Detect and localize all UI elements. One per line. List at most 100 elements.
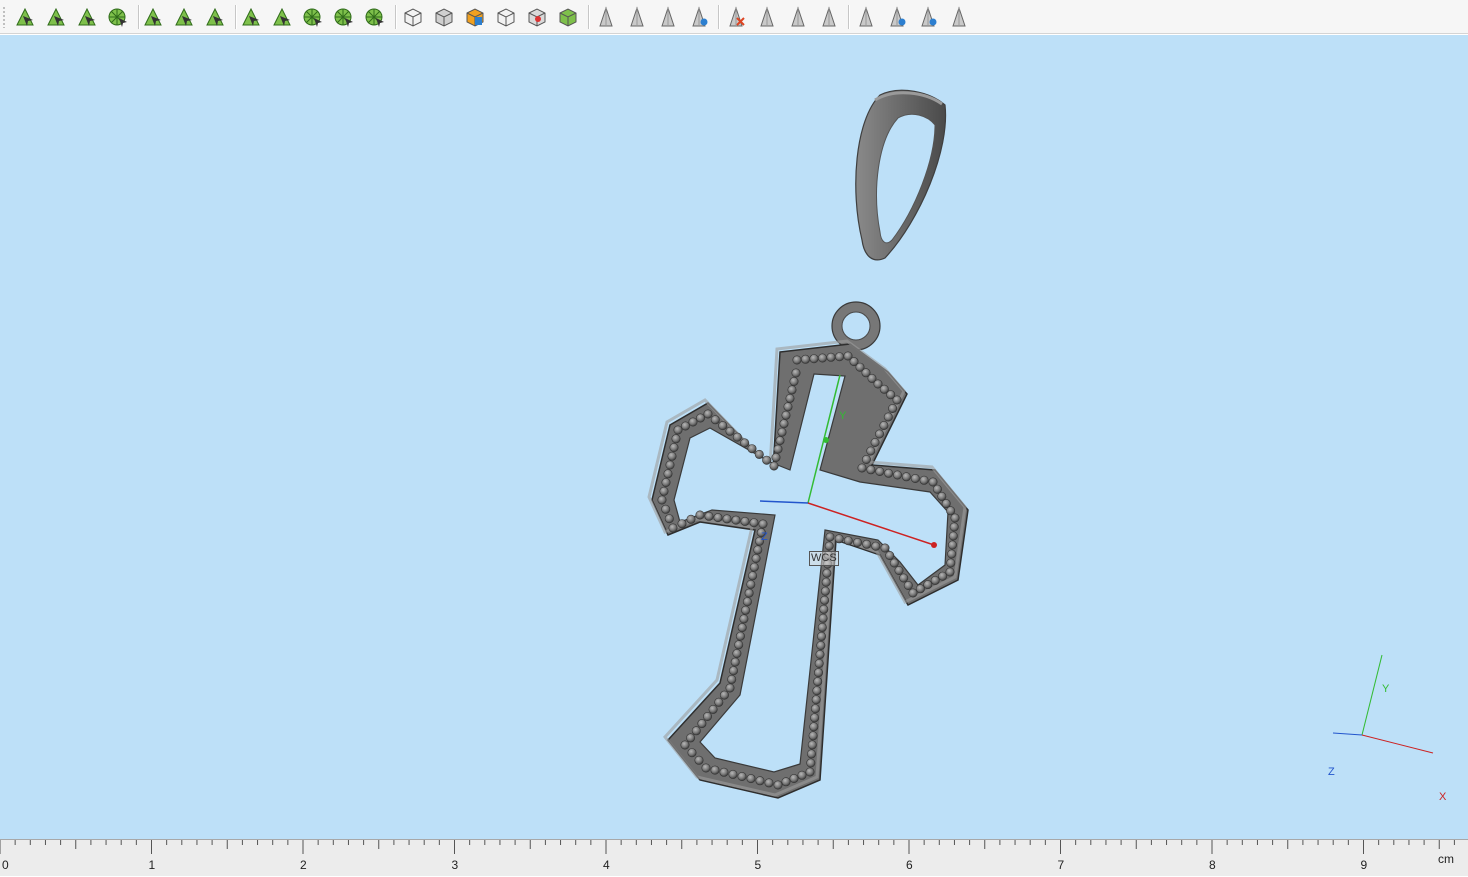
gem-tool-button[interactable] xyxy=(362,4,388,30)
box-green-button[interactable] xyxy=(555,4,581,30)
pave-stone xyxy=(746,579,756,589)
box-color-button[interactable] xyxy=(462,4,488,30)
pave-stone xyxy=(741,605,751,615)
curve-tool-button[interactable] xyxy=(202,4,228,30)
wcs-z-label: Z xyxy=(761,531,768,543)
box-shaded-button[interactable] xyxy=(431,4,457,30)
pave-stone xyxy=(719,767,729,777)
ruler-label: 2 xyxy=(300,858,307,872)
pave-stone xyxy=(779,419,789,429)
pointer-analyze-icon xyxy=(692,6,708,27)
pave-stone xyxy=(809,722,819,732)
pave-stone xyxy=(680,421,690,431)
main-toolbar xyxy=(0,0,1468,34)
select-surface-button[interactable] xyxy=(43,4,69,30)
mesh-edit-button[interactable] xyxy=(238,4,264,30)
node-tool-icon xyxy=(273,7,291,26)
star-pattern-button[interactable] xyxy=(300,4,326,30)
toolbar-grip[interactable] xyxy=(3,6,5,28)
pave-stone xyxy=(673,425,683,435)
point-link-button[interactable] xyxy=(171,4,197,30)
shade-pointer-icon xyxy=(822,6,836,27)
pave-stone xyxy=(894,565,904,575)
pave-stone xyxy=(710,415,720,425)
pave-stone xyxy=(749,562,759,572)
bottom-ruler: 0 1 2 3 4 5 6 7 8 9 cm xyxy=(0,839,1468,876)
point-link-icon xyxy=(175,7,193,26)
pointer-frame-button[interactable] xyxy=(945,4,971,30)
select-curve-button[interactable] xyxy=(74,4,100,30)
pave-stone xyxy=(739,614,749,624)
3d-viewport[interactable]: WCS Y Z Y X Z xyxy=(0,35,1468,839)
pave-stone xyxy=(852,537,862,547)
pave-stone xyxy=(747,444,757,454)
select-solid-icon xyxy=(108,8,127,27)
pave-stone xyxy=(888,403,898,413)
pave-stone xyxy=(930,575,940,585)
pave-stone xyxy=(754,449,764,459)
select-solid-button[interactable] xyxy=(105,4,131,30)
pave-stone xyxy=(884,468,894,478)
pointer-eye-button[interactable] xyxy=(852,4,878,30)
pave-stone xyxy=(807,740,817,750)
wheel-pattern-button[interactable] xyxy=(331,4,357,30)
triad-y-label: Y xyxy=(1382,683,1390,695)
pointer-blue-icon xyxy=(921,6,937,27)
node-tool-button[interactable] xyxy=(269,4,295,30)
pave-stone xyxy=(758,519,768,529)
pave-stone xyxy=(901,472,911,482)
pave-stone xyxy=(695,510,705,520)
pave-stone xyxy=(825,532,835,542)
pave-stone xyxy=(818,613,828,623)
hatch-pointer-button[interactable] xyxy=(753,4,779,30)
pendant-bail[interactable] xyxy=(855,89,947,261)
rectangle-button[interactable] xyxy=(140,4,166,30)
pave-stone xyxy=(657,495,667,505)
shade-pointer-button[interactable] xyxy=(815,4,841,30)
ruler-label: 5 xyxy=(754,858,762,872)
box-gem-button[interactable] xyxy=(524,4,550,30)
cross-pendant[interactable] xyxy=(647,339,969,799)
pave-stone xyxy=(811,695,821,705)
delete-pointer-icon xyxy=(729,6,745,27)
pave-stone xyxy=(919,475,929,485)
pave-stone xyxy=(861,454,871,464)
delete-pointer-button[interactable] xyxy=(722,4,748,30)
pave-stone xyxy=(892,395,902,405)
pave-stone xyxy=(753,545,763,555)
pointer-blue-button[interactable] xyxy=(914,4,940,30)
pave-stone xyxy=(813,677,823,687)
ruler-ticks xyxy=(0,840,1455,854)
orientation-triad xyxy=(1332,654,1434,754)
pointer-eye-icon xyxy=(859,6,873,27)
pave-stone xyxy=(945,567,955,577)
copy-pointer-button[interactable] xyxy=(784,4,810,30)
pave-stone xyxy=(755,776,765,786)
pave-stone xyxy=(702,711,712,721)
pointer-stripe-button[interactable] xyxy=(623,4,649,30)
pave-stone xyxy=(749,518,759,528)
pave-stone xyxy=(806,749,816,759)
pave-stone xyxy=(820,586,830,596)
triad-x-label: X xyxy=(1439,791,1447,803)
pave-stone xyxy=(691,726,701,736)
pointer-analyze-button[interactable] xyxy=(685,4,711,30)
pave-stone xyxy=(664,514,674,524)
select-arrow-button[interactable] xyxy=(12,4,38,30)
pointer-layers-button[interactable] xyxy=(883,4,909,30)
box-color-icon xyxy=(466,8,484,27)
pointer-dual-button[interactable] xyxy=(654,4,680,30)
box-gem-icon xyxy=(528,8,546,27)
pave-stone xyxy=(771,452,781,462)
box-view-button[interactable] xyxy=(400,4,426,30)
box-wire-button[interactable] xyxy=(493,4,519,30)
pave-stone xyxy=(713,513,723,523)
pointer-gray-button[interactable] xyxy=(592,4,618,30)
pave-stone xyxy=(730,657,740,667)
pave-stone xyxy=(813,668,823,678)
pave-stone xyxy=(708,704,718,714)
pave-stone xyxy=(789,376,799,386)
pave-stone xyxy=(809,354,819,364)
wcs-y-label: Y xyxy=(839,410,847,422)
pave-stone xyxy=(728,769,738,779)
